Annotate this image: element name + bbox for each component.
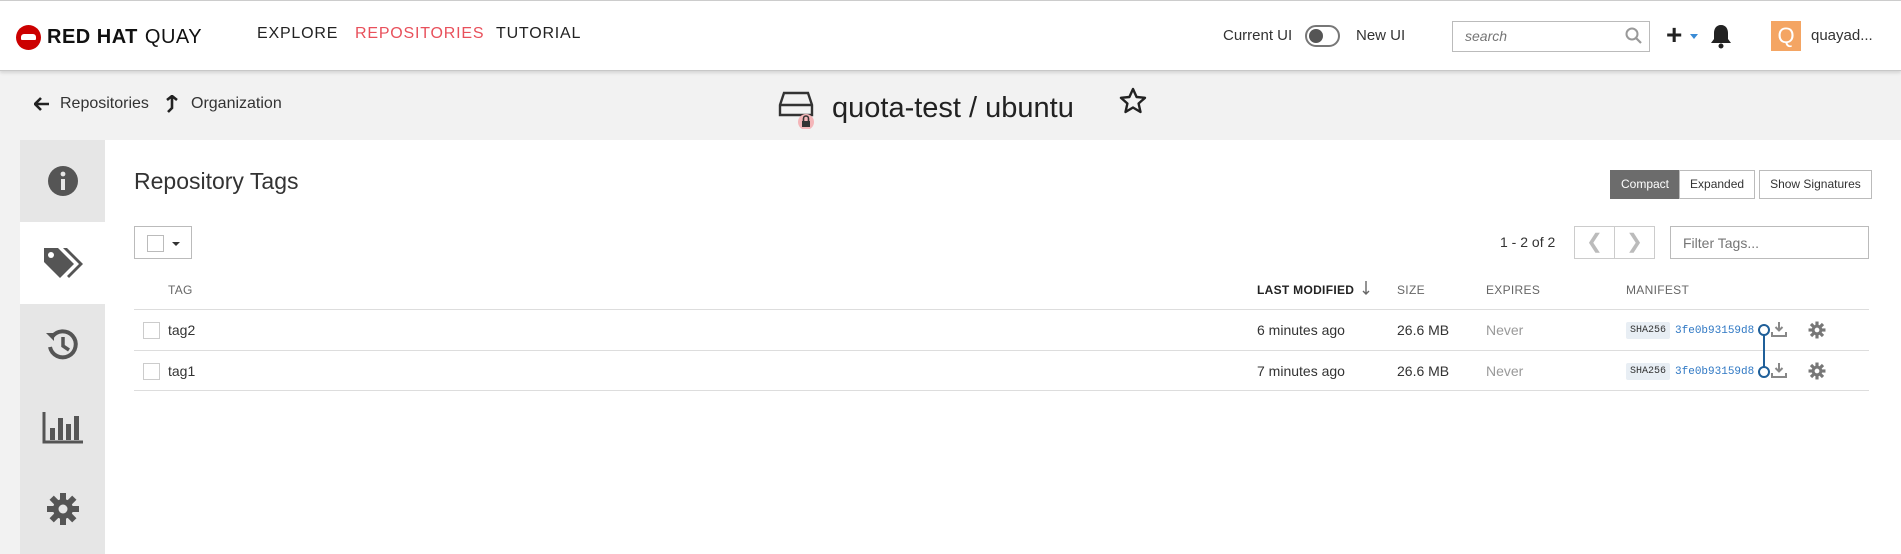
back-to-repositories-link[interactable]: Repositories	[34, 95, 149, 113]
gear-icon[interactable]	[1808, 321, 1826, 339]
sidebar-item-information[interactable]	[20, 140, 105, 222]
history-icon	[45, 329, 78, 360]
create-new-plus-icon[interactable]: +	[1666, 21, 1682, 49]
arrow-left-icon	[34, 97, 49, 111]
gear-icon	[46, 493, 79, 525]
ui-toggle-switch[interactable]	[1305, 25, 1340, 47]
sort-descending-arrow-icon	[1362, 281, 1370, 295]
sidebar-item-tags[interactable]	[20, 222, 105, 304]
download-icon[interactable]	[1771, 362, 1787, 378]
repository-title: quota-test / ubuntu	[776, 87, 1074, 130]
table-row: tag2 6 minutes ago 26.6 MB Never SHA256 …	[134, 309, 1869, 350]
last-modified-value: 6 minutes ago	[1257, 322, 1345, 338]
table-row: tag1 7 minutes ago 26.6 MB Never SHA256 …	[134, 350, 1869, 391]
column-header-expires[interactable]: EXPIRES	[1486, 283, 1540, 297]
top-navbar: RED HAT QUAY EXPLORE REPOSITORIES TUTORI…	[0, 0, 1901, 71]
brand-name-light: QUAY	[144, 25, 203, 48]
notifications-bell-icon[interactable]	[1709, 23, 1733, 49]
red-hat-logo-icon	[16, 24, 41, 50]
manifest-link-node[interactable]	[1758, 366, 1770, 378]
caret-down-icon	[172, 242, 180, 246]
repository-tags-panel: Repository Tags Compact Expanded Show Si…	[105, 140, 1901, 554]
search-input[interactable]	[1453, 22, 1613, 50]
select-all-dropdown[interactable]	[134, 226, 192, 259]
new-ui-label: New UI	[1356, 27, 1406, 44]
column-header-tag[interactable]: TAG	[168, 283, 193, 297]
next-page-button[interactable]: ❯	[1614, 226, 1655, 259]
nav-explore[interactable]: EXPLORE	[257, 25, 338, 43]
filter-tags-input[interactable]	[1671, 227, 1861, 258]
star-favorite-icon[interactable]	[1118, 86, 1148, 116]
digest-link[interactable]: 3fe0b93159d8	[1675, 366, 1754, 378]
view-mode-buttons: Compact Expanded Show Signatures	[1610, 170, 1872, 199]
nav-repositories[interactable]: REPOSITORIES	[355, 25, 484, 43]
digest-algorithm-badge: SHA256	[1626, 363, 1671, 380]
column-header-size[interactable]: SIZE	[1397, 283, 1425, 297]
manifest-link-node[interactable]	[1758, 324, 1770, 336]
sidebar-item-history[interactable]	[20, 304, 105, 386]
brand-name-bold: RED HAT	[47, 25, 138, 48]
tags-icon	[43, 248, 83, 278]
compact-view-button[interactable]: Compact	[1610, 170, 1681, 199]
red-hat-quay-logo[interactable]: RED HAT QUAY	[16, 23, 202, 51]
back-to-organization-link[interactable]: Organization	[165, 95, 282, 113]
column-header-last-modified[interactable]: LAST MODIFIED	[1257, 283, 1354, 297]
sidebar-item-settings[interactable]	[20, 468, 105, 550]
row-checkbox[interactable]	[143, 322, 160, 339]
download-icon[interactable]	[1771, 321, 1787, 337]
repository-sidebar	[20, 140, 105, 554]
search-box	[1452, 21, 1650, 52]
expanded-view-button[interactable]: Expanded	[1679, 170, 1756, 199]
show-signatures-button[interactable]: Show Signatures	[1759, 170, 1872, 199]
create-dropdown-caret-icon[interactable]	[1690, 34, 1698, 39]
column-header-manifest[interactable]: MANIFEST	[1626, 283, 1689, 297]
repository-name: quota-test / ubuntu	[832, 91, 1074, 124]
select-all-checkbox[interactable]	[147, 235, 164, 252]
user-menu-name[interactable]: quayad...	[1811, 27, 1873, 44]
filter-tags-box	[1670, 226, 1869, 259]
pagination-controls: ❮ ❯	[1574, 226, 1655, 259]
sidebar-item-usage-logs[interactable]	[20, 386, 105, 468]
current-ui-label: Current UI	[1223, 27, 1293, 44]
digest-link[interactable]: 3fe0b93159d8	[1675, 325, 1754, 337]
level-up-icon	[166, 95, 178, 113]
row-checkbox[interactable]	[143, 363, 160, 380]
previous-page-button[interactable]: ❮	[1574, 226, 1615, 259]
size-value: 26.6 MB	[1397, 363, 1450, 379]
last-modified-value: 7 minutes ago	[1257, 363, 1345, 379]
gear-icon[interactable]	[1808, 362, 1826, 380]
back-repositories-label: Repositories	[60, 95, 149, 112]
expires-value[interactable]: Never	[1486, 363, 1523, 379]
info-icon	[47, 166, 78, 196]
digest-algorithm-badge: SHA256	[1626, 322, 1671, 339]
search-icon[interactable]	[1625, 27, 1643, 45]
manifest-digest[interactable]: SHA256 3fe0b93159d8	[1626, 363, 1754, 380]
pagination-count: 1 - 2 of 2	[1500, 234, 1556, 250]
nav-tutorial[interactable]: TUTORIAL	[496, 25, 581, 43]
usage-logs-chart-icon	[42, 412, 83, 444]
private-repository-icon	[776, 87, 818, 130]
tag-name[interactable]: tag2	[168, 322, 195, 338]
expires-value[interactable]: Never	[1486, 322, 1523, 338]
back-organization-label: Organization	[191, 95, 282, 112]
tag-name[interactable]: tag1	[168, 363, 195, 379]
user-avatar[interactable]: Q	[1771, 21, 1801, 51]
size-value: 26.6 MB	[1397, 322, 1450, 338]
manifest-digest[interactable]: SHA256 3fe0b93159d8	[1626, 322, 1754, 339]
panel-title: Repository Tags	[134, 168, 299, 194]
